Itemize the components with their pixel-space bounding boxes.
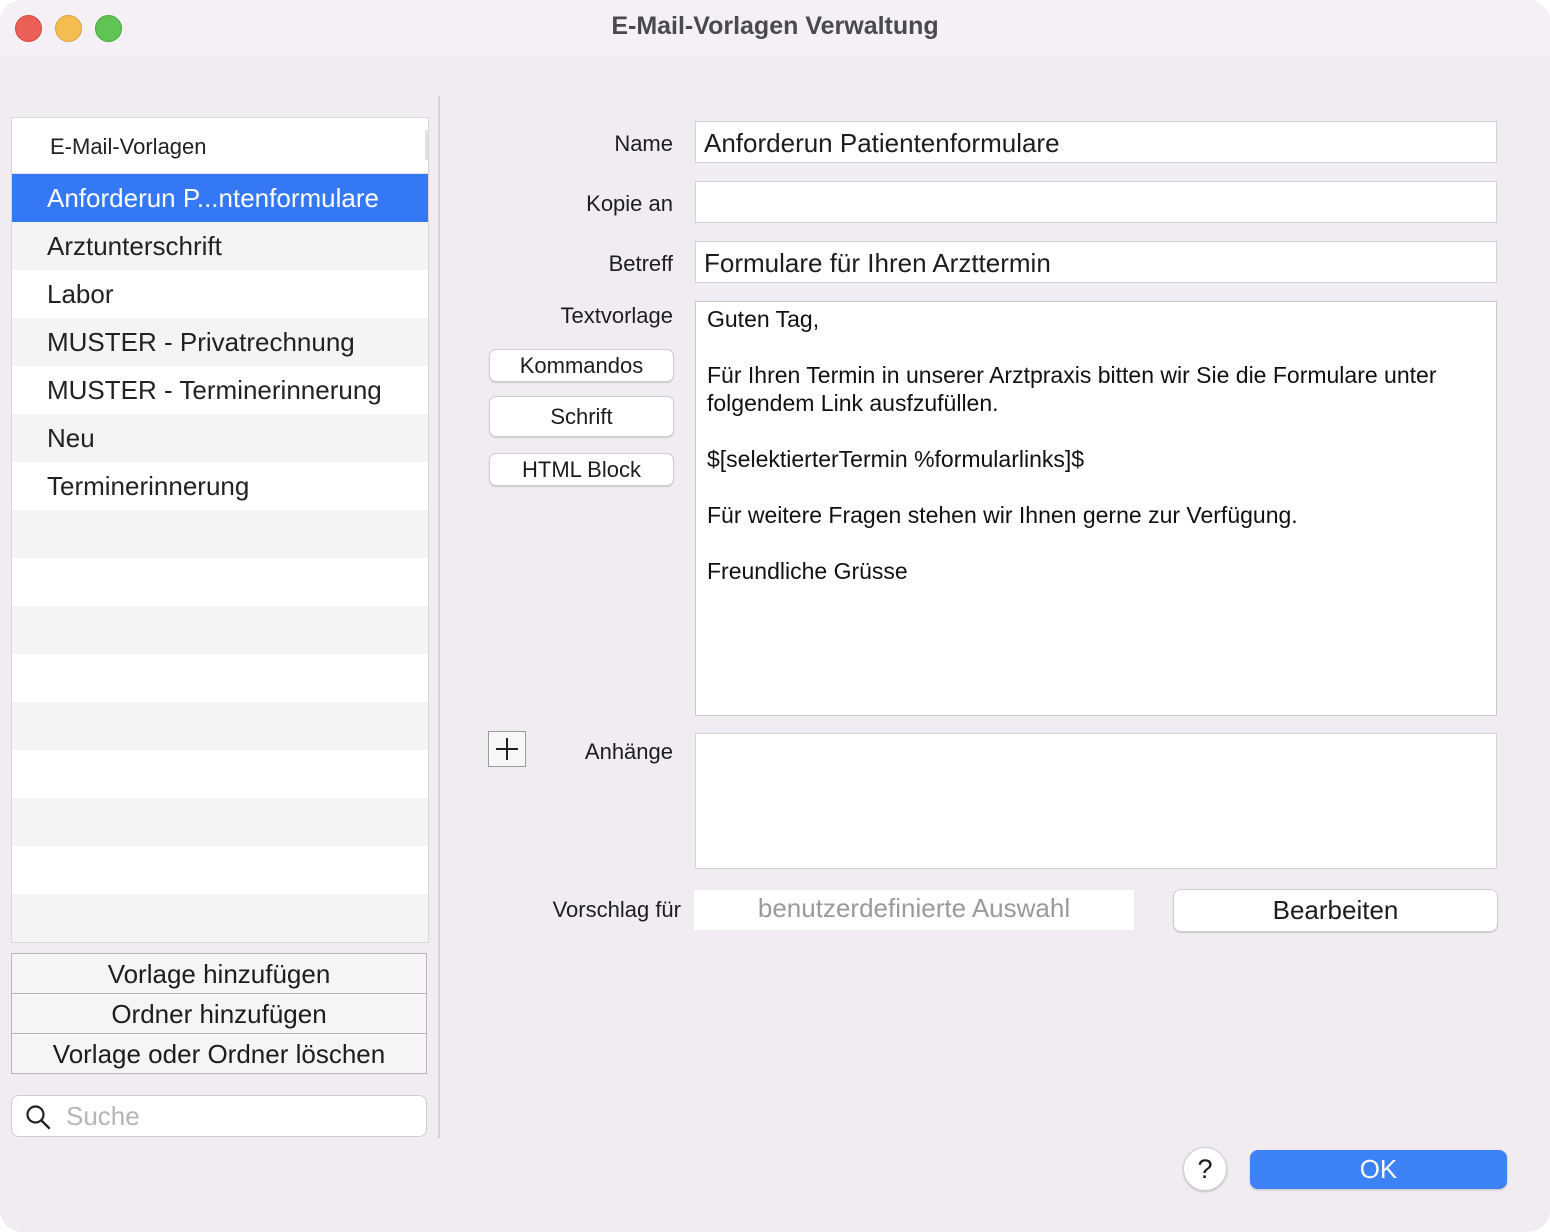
list-header-label: E-Mail-Vorlagen xyxy=(50,134,207,159)
empty-list-row xyxy=(12,894,428,942)
commands-button[interactable]: Kommandos xyxy=(489,349,674,382)
add-folder-button[interactable]: Ordner hinzufügen xyxy=(12,994,426,1034)
subject-field[interactable]: Formulare für Ihren Arzttermin xyxy=(695,241,1497,283)
ok-button[interactable]: OK xyxy=(1250,1150,1507,1189)
body-text-line: Für weitere Fragen stehen wir Ihnen gern… xyxy=(707,502,1298,528)
suggest-dropdown[interactable]: benutzerdefinierte Auswahl xyxy=(694,890,1134,930)
body-text-line: folgendem Link ausfzufüllen. xyxy=(707,390,999,416)
html-block-button[interactable]: HTML Block xyxy=(489,453,674,486)
subject-label: Betreff xyxy=(608,251,673,276)
suggest-label: Vorschlag für xyxy=(552,897,681,922)
empty-list-row xyxy=(12,510,428,558)
list-item-label: Labor xyxy=(47,279,114,309)
body-label: Textvorlage xyxy=(560,303,673,328)
list-item-label: Terminerinnerung xyxy=(47,471,250,501)
font-button[interactable]: Schrift xyxy=(489,396,674,437)
list-item-label: Arztunterschrift xyxy=(47,231,222,261)
attachments-box[interactable] xyxy=(695,733,1497,869)
column-resize-handle[interactable] xyxy=(425,130,428,160)
empty-list-row xyxy=(12,846,428,894)
window-title: E-Mail-Vorlagen Verwaltung xyxy=(611,12,939,40)
empty-list-row xyxy=(12,558,428,606)
list-item[interactable]: Neu xyxy=(12,414,428,462)
body-text-line: Für Ihren Termin in unserer Arztpraxis b… xyxy=(707,362,1437,388)
add-template-button[interactable]: Vorlage hinzufügen xyxy=(12,954,426,994)
list-item[interactable]: Arztunterschrift xyxy=(12,222,428,270)
search-field[interactable] xyxy=(11,1095,427,1137)
list-item[interactable]: Terminerinnerung xyxy=(12,462,428,510)
attachments-label: Anhänge xyxy=(584,739,673,764)
list-item-label: MUSTER - Privatrechnung xyxy=(47,327,355,357)
list-item-label: Anforderun P...ntenformulare xyxy=(47,183,379,213)
body-text-line xyxy=(707,473,1485,501)
name-field[interactable]: Anforderun Patientenformulare xyxy=(695,121,1497,163)
list-item-label: Neu xyxy=(47,423,95,453)
cc-label: Kopie an xyxy=(586,191,673,216)
empty-list-row xyxy=(12,606,428,654)
help-button[interactable]: ? xyxy=(1183,1147,1227,1191)
body-text-line: Freundliche Grüsse xyxy=(707,558,908,584)
titlebar: E-Mail-Vorlagen Verwaltung xyxy=(0,0,1550,56)
list-header[interactable]: E-Mail-Vorlagen xyxy=(12,118,428,174)
body-text-line xyxy=(707,333,1485,361)
body-text-line xyxy=(707,417,1485,445)
list-item[interactable]: Labor xyxy=(12,270,428,318)
window: E-Mail-Vorlagen Verwaltung E-Mail-Vorlag… xyxy=(0,0,1550,1232)
template-list: E-Mail-Vorlagen Anforderun P...ntenformu… xyxy=(11,117,429,943)
body-text-line: Guten Tag, xyxy=(707,306,820,332)
plus-icon xyxy=(496,738,518,760)
list-item-label: MUSTER - Terminerinnerung xyxy=(47,375,382,405)
cc-field[interactable] xyxy=(695,181,1497,223)
sidebar-button-group: Vorlage hinzufügen Ordner hinzufügen Vor… xyxy=(11,953,427,1074)
body-text-line xyxy=(707,529,1485,557)
edit-button[interactable]: Bearbeiten xyxy=(1173,889,1498,932)
list-item[interactable]: MUSTER - Privatrechnung xyxy=(12,318,428,366)
delete-template-or-folder-button[interactable]: Vorlage oder Ordner löschen xyxy=(12,1034,426,1073)
list-rows: Anforderun P...ntenformulare Arztuntersch… xyxy=(12,174,428,942)
empty-list-row xyxy=(12,750,428,798)
list-item[interactable]: Anforderun P...ntenformulare xyxy=(12,174,428,222)
search-input[interactable] xyxy=(64,1100,418,1132)
list-item[interactable]: MUSTER - Terminerinnerung xyxy=(12,366,428,414)
body-textarea[interactable]: Guten Tag, Für Ihren Termin in unserer Ar… xyxy=(695,301,1497,716)
pane-divider[interactable] xyxy=(438,96,440,1138)
body-text-line: $[selektierterTermin %formularlinks]$ xyxy=(707,446,1085,472)
empty-list-row xyxy=(12,702,428,750)
empty-list-row xyxy=(12,654,428,702)
search-icon xyxy=(26,1105,51,1130)
name-label: Name xyxy=(614,131,673,156)
empty-list-row xyxy=(12,798,428,846)
add-attachment-button[interactable] xyxy=(488,731,526,767)
